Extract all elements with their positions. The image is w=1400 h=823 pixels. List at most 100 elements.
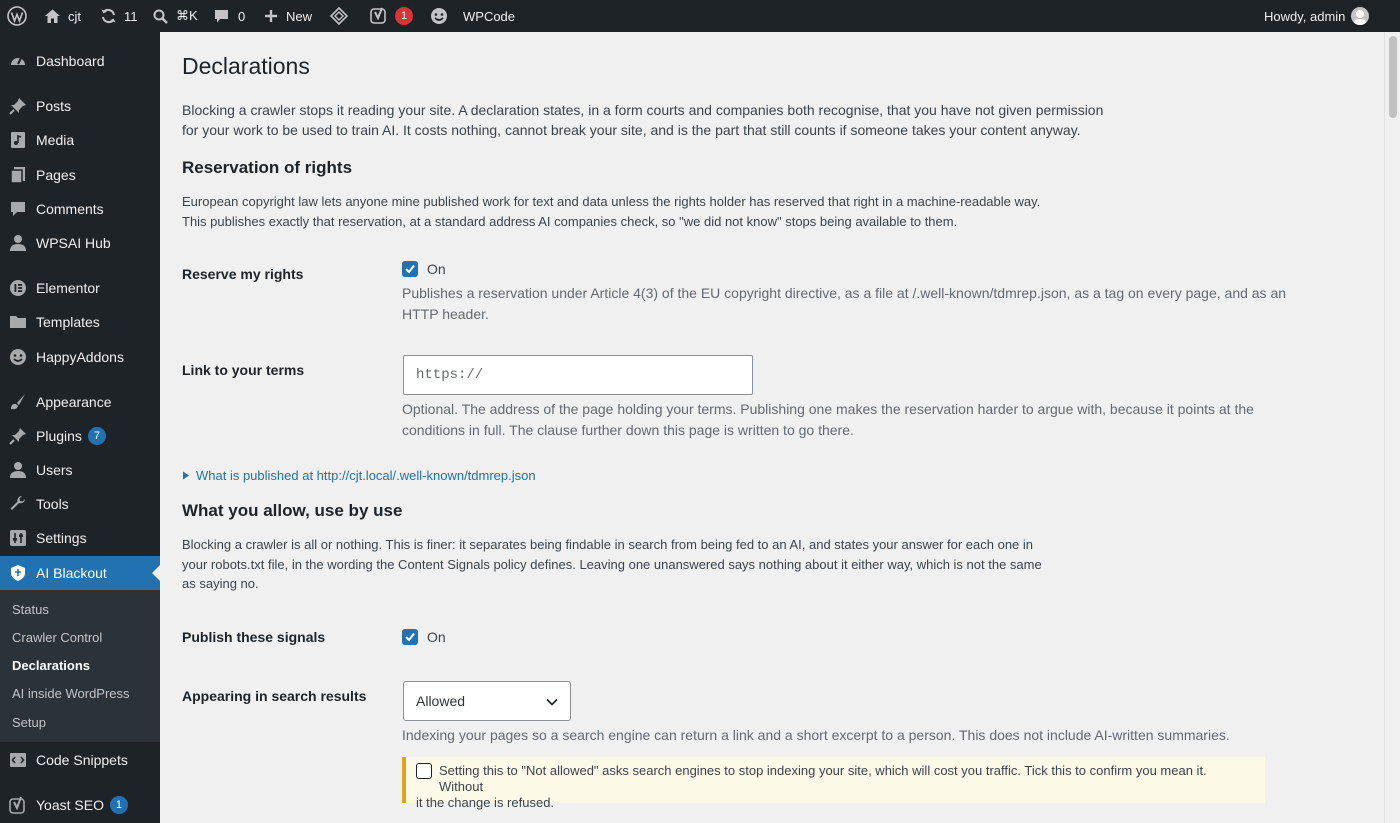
publish-signals-value: On [427, 629, 446, 645]
sidebar-item-label: Dashboard [36, 53, 105, 69]
description-line: your robots.txt file, in the wording the… [182, 556, 1042, 572]
new-content-link[interactable]: New [264, 0, 312, 32]
submenu-item-ai-inside-wordpress[interactable]: AI inside WordPress [12, 686, 130, 701]
sidebar-item-elementor[interactable]: Elementor [0, 271, 160, 305]
reserve-rights-help: Publishes a reservation under Article 4(… [402, 283, 1362, 325]
home-icon [44, 8, 61, 24]
sidebar-item-appearance[interactable]: Appearance [0, 385, 160, 419]
plugins-update-badge: 7 [87, 427, 106, 445]
search-link[interactable]: ⌘K [153, 0, 198, 32]
publish-signals-checkbox[interactable] [402, 629, 418, 645]
page-scrollbar[interactable] [1384, 32, 1400, 823]
howdy-text: Howdy, admin [1264, 8, 1346, 24]
my-account-link[interactable]: Howdy, admin [1264, 0, 1370, 32]
sidebar-item-users[interactable]: Users [0, 453, 160, 487]
sidebar-item-tools[interactable]: Tools [0, 487, 160, 521]
admin-sidebar: Dashboard Posts Media Pages Comments WPS… [0, 32, 160, 823]
plugin-icon [0, 427, 36, 445]
sidebar-item-label: Comments [36, 201, 104, 217]
sidebar-item-happyaddons[interactable]: HappyAddons [0, 340, 160, 374]
sidebar-item-comments[interactable]: Comments [0, 192, 160, 226]
sidebar-item-yoast-seo[interactable]: Yoast SEO 1 [0, 788, 160, 822]
sidebar-item-label: Templates [36, 314, 100, 330]
description-line: European copyright law lets anyone mine … [182, 194, 1041, 209]
description-line: as saying no. [182, 576, 259, 591]
terms-link-help: Optional. The address of the page holdin… [402, 399, 1362, 441]
sidebar-item-label: Code Snippets [36, 752, 128, 768]
reserve-rights-label: Reserve my rights [182, 266, 304, 282]
avatar [1351, 7, 1370, 25]
description-line: Blocking a crawler is all or nothing. Th… [182, 537, 1034, 552]
wrench-icon [0, 495, 36, 513]
section-heading-signals: What you allow, use by use [182, 501, 403, 520]
sliders-icon [0, 529, 36, 547]
check-icon [405, 264, 415, 274]
comment-icon [214, 9, 229, 24]
ai-blackout-submenu: Status Crawler Control Declarations AI i… [0, 590, 160, 742]
search-results-label: Appearing in search results [182, 688, 367, 704]
sidebar-item-label: WPSAI Hub [36, 235, 111, 251]
sidebar-item-media[interactable]: Media [0, 123, 160, 157]
updates-link[interactable]: 11 [100, 0, 138, 32]
site-name-link[interactable]: cjt [44, 0, 81, 32]
search-results-help: Indexing your pages so a search engine c… [402, 727, 1230, 743]
sidebar-item-label: Plugins [36, 428, 82, 444]
page-title: Declarations [182, 53, 310, 79]
user-icon [0, 461, 36, 479]
search-icon [153, 9, 168, 24]
section-heading-reservation: Reservation of rights [182, 158, 353, 177]
yoast-adminbar-link[interactable]: 1 [370, 0, 413, 32]
happyaddons-icon [0, 348, 36, 366]
shield-icon [0, 564, 36, 582]
wpcode-link[interactable]: WPCode [463, 0, 515, 32]
sidebar-item-pages[interactable]: Pages [0, 158, 160, 192]
wordpress-logo-icon[interactable] [7, 0, 27, 32]
submenu-item-status[interactable]: Status [12, 602, 49, 617]
comment-icon [0, 200, 36, 218]
diamond-icon[interactable] [330, 0, 348, 32]
sidebar-item-label: Pages [36, 167, 76, 183]
sidebar-item-label: AI Blackout [36, 565, 107, 581]
sidebar-item-posts[interactable]: Posts [0, 89, 160, 123]
comments-count: 0 [238, 8, 246, 24]
help-line: conditions in full. The clause further d… [402, 422, 854, 438]
scrollbar-thumb[interactable] [1389, 36, 1397, 118]
reservation-description: European copyright law lets anyone mine … [182, 192, 1182, 231]
triangle-right-icon [182, 468, 190, 483]
chevron-down-icon [546, 693, 558, 709]
sidebar-item-plugins[interactable]: Plugins 7 [0, 419, 160, 453]
sidebar-item-templates[interactable]: Templates [0, 305, 160, 339]
sidebar-item-wpsai-hub[interactable]: WPSAI Hub [0, 226, 160, 260]
sidebar-item-ai-blackout[interactable]: AI Blackout [0, 556, 160, 590]
sidebar-item-code-snippets[interactable]: Code Snippets [0, 743, 160, 777]
notice-line: Setting this to "Not allowed" asks searc… [439, 763, 1207, 794]
intro-line: for your work to be used to train AI. It… [182, 122, 1081, 138]
terms-url-input[interactable]: https:// [403, 355, 753, 395]
elementor-icon [0, 279, 36, 297]
tdmrep-details-toggle[interactable]: What is published at http://cjt.local/.w… [182, 468, 536, 483]
sidebar-item-label: Yoast SEO [36, 797, 104, 813]
comments-link[interactable]: 0 [214, 0, 245, 32]
submenu-item-crawler-control[interactable]: Crawler Control [12, 630, 102, 645]
sidebar-item-dashboard[interactable]: Dashboard [0, 44, 160, 78]
reserve-rights-value: On [427, 261, 446, 277]
dashboard-icon [0, 52, 36, 70]
search-results-select[interactable]: Allowed [403, 681, 571, 721]
details-summary: What is published at http://cjt.local/.w… [196, 468, 536, 483]
confirm-not-allowed-checkbox[interactable] [416, 763, 432, 779]
check-icon [405, 632, 415, 642]
refresh-icon [100, 8, 117, 24]
site-name: cjt [68, 8, 81, 24]
confirm-notice: Setting this to "Not allowed" asks searc… [402, 757, 1265, 810]
help-line: Optional. The address of the page holdin… [402, 401, 1254, 417]
submenu-item-declarations[interactable]: Declarations [12, 658, 90, 673]
search-shortcut: ⌘K [176, 8, 198, 23]
submenu-item-setup[interactable]: Setup [12, 715, 46, 730]
yoast-notification-badge: 1 [395, 7, 413, 25]
page-intro: Blocking a crawler stops it reading your… [182, 100, 1182, 140]
sidebar-item-settings[interactable]: Settings [0, 521, 160, 555]
happyaddons-adminbar-icon[interactable] [430, 0, 448, 32]
reserve-rights-checkbox[interactable] [402, 261, 418, 277]
yoast-notification-badge: 1 [109, 796, 128, 814]
updates-count: 11 [124, 8, 138, 24]
